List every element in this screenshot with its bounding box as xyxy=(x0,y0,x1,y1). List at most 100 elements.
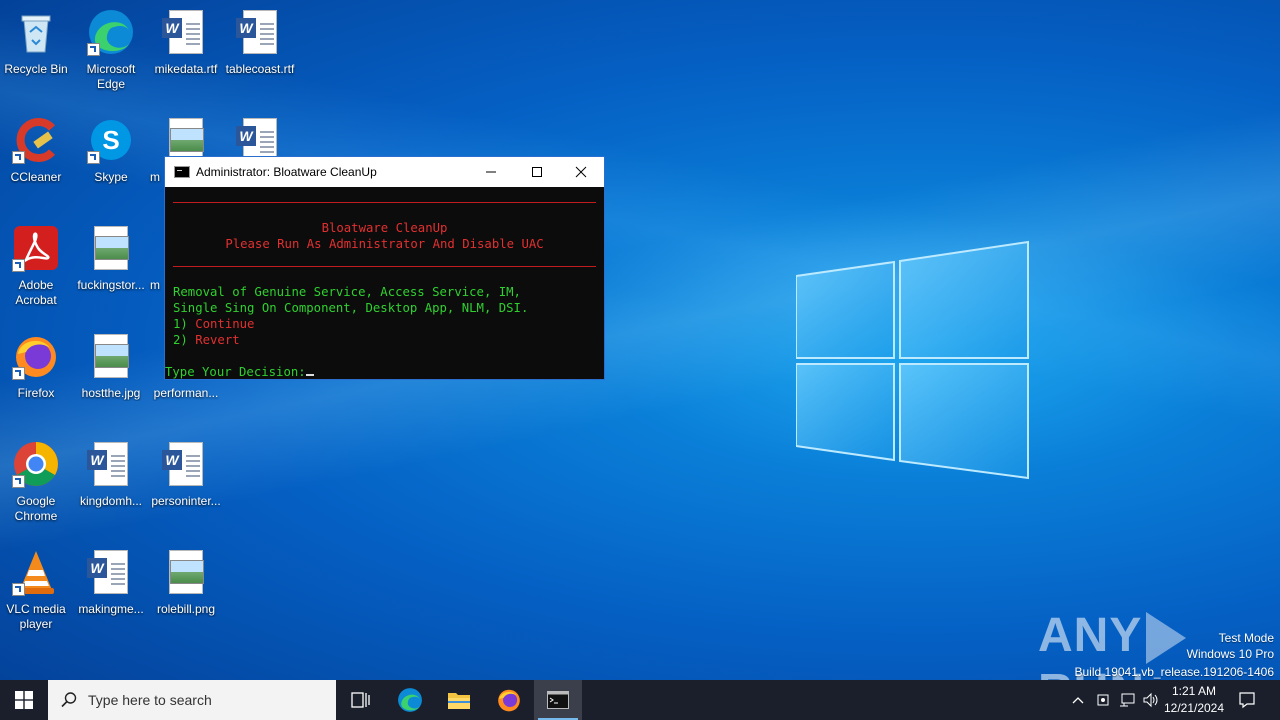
console-description-line: Removal of Genuine Service, Access Servi… xyxy=(173,285,521,299)
taskbar: Type here to search 1:21 AM 12/21/2024 xyxy=(0,680,1280,720)
close-button[interactable] xyxy=(558,157,604,187)
acrobat-icon xyxy=(12,224,60,272)
folder-icon xyxy=(448,693,470,709)
image-file-icon xyxy=(87,332,135,380)
desktop-icon-label: Skype xyxy=(94,170,128,184)
maximize-button[interactable] xyxy=(514,157,560,187)
svg-text:S: S xyxy=(102,125,119,155)
vlc-icon xyxy=(12,548,60,596)
desktop-icon-word-document[interactable]: W mikedata.rtf xyxy=(148,4,224,104)
edge-icon xyxy=(87,8,135,56)
option-text: Continue xyxy=(195,317,255,331)
taskbar-search-box[interactable]: Type here to search xyxy=(48,680,336,720)
option-number: 2) xyxy=(173,333,188,347)
taskbar-file-explorer-button[interactable] xyxy=(435,680,483,720)
maximize-icon xyxy=(532,167,542,177)
desktop-icon-label: personinter... xyxy=(151,494,221,508)
desktop-icon-label: Microsoft Edge xyxy=(86,62,136,91)
word-document-icon: W xyxy=(87,548,135,596)
notifications-button[interactable] xyxy=(1232,680,1262,720)
desktop-icon-label: Firefox xyxy=(17,386,55,400)
desktop-icon-label: Google Chrome xyxy=(14,494,58,523)
desktop-icon-label: rolebill.png xyxy=(156,602,216,616)
console-window[interactable]: Administrator: Bloatware CleanUp Bloatwa… xyxy=(164,156,605,380)
windows-wallpaper-logo xyxy=(796,240,1029,480)
start-button[interactable] xyxy=(0,680,48,720)
clock-time: 1:21 AM xyxy=(1171,684,1217,698)
close-icon xyxy=(575,166,587,178)
option-text: Revert xyxy=(195,333,240,347)
desktop-icon-google-chrome[interactable]: Google Chrome xyxy=(0,436,74,536)
firefox-icon xyxy=(498,689,520,712)
chevron-up-icon xyxy=(1072,697,1084,704)
desktop-icon-word-document[interactable]: W tablecoast.rtf xyxy=(222,4,298,104)
windows-start-icon xyxy=(15,691,33,709)
console-heading: Bloatware CleanUp xyxy=(321,221,448,235)
taskbar-edge-button[interactable] xyxy=(386,680,434,720)
option-number: 1) xyxy=(173,317,188,331)
console-option-revert: 2) Revert xyxy=(173,332,240,348)
desktop-icon-image-file[interactable]: rolebill.png xyxy=(148,544,224,644)
taskbar-clock[interactable]: 1:21 AM 12/21/2024 xyxy=(1158,680,1230,720)
word-document-icon: W xyxy=(162,440,210,488)
desktop-icon-label: performan... xyxy=(153,386,219,400)
clock-date: 12/21/2024 xyxy=(1163,701,1225,715)
desktop-icon-word-document[interactable]: W makingme... xyxy=(73,544,149,644)
console-description-line: Single Sing On Component, Desktop App, N… xyxy=(173,301,529,315)
desktop-icon-vlc[interactable]: VLC media player xyxy=(0,544,74,644)
console-divider xyxy=(173,202,596,203)
recycle-bin-icon xyxy=(12,8,60,56)
tray-network-button[interactable] xyxy=(1116,680,1138,720)
desktop-icon-label: Recycle Bin xyxy=(4,62,68,76)
network-icon xyxy=(1120,693,1135,707)
image-file-icon xyxy=(162,548,210,596)
show-hidden-icons-button[interactable] xyxy=(1068,680,1088,720)
desktop-icon-label: VLC media player xyxy=(6,602,66,631)
chrome-icon xyxy=(12,440,60,488)
skype-icon: S xyxy=(87,116,135,164)
desktop-icon-word-document[interactable]: W personinter... xyxy=(148,436,224,536)
desktop-icon-label: Adobe Acrobat xyxy=(15,278,57,307)
desktop-icon-microsoft-edge[interactable]: Microsoft Edge xyxy=(73,4,149,104)
play-icon xyxy=(1146,612,1187,665)
tray-device-button[interactable] xyxy=(1092,680,1114,720)
notification-icon xyxy=(1239,692,1255,709)
console-prompt-line[interactable]: Type Your Decision: xyxy=(165,364,314,380)
firefox-icon xyxy=(12,332,60,380)
desktop-icon-label: mikedata.rtf xyxy=(154,62,218,76)
desktop-icon-label: CCleaner xyxy=(10,170,62,184)
desktop-icon-label: fuckingstor... xyxy=(77,278,145,292)
desktop-icon-adobe-acrobat[interactable]: Adobe Acrobat xyxy=(0,220,74,320)
desktop-icon-firefox[interactable]: Firefox xyxy=(0,328,74,428)
console-app-icon xyxy=(174,166,190,178)
console-titlebar[interactable]: Administrator: Bloatware CleanUp xyxy=(165,157,604,187)
search-icon xyxy=(61,692,77,708)
taskbar-console-button[interactable] xyxy=(534,680,582,720)
task-view-icon xyxy=(351,692,370,708)
console-divider xyxy=(173,266,596,267)
desktop-icon-image-file[interactable]: hostthe.jpg xyxy=(73,328,149,428)
watermark-brand-left: ANY xyxy=(1038,609,1143,662)
minimize-icon xyxy=(486,171,496,173)
console-option-continue: 1) Continue xyxy=(173,316,254,332)
console-icon xyxy=(547,691,569,709)
usb-device-icon xyxy=(1097,694,1109,706)
desktop-icon-ccleaner[interactable]: CCleaner xyxy=(0,112,74,212)
desktop-icon-label: makingme... xyxy=(78,602,144,616)
taskbar-firefox-button[interactable] xyxy=(485,680,533,720)
minimize-button[interactable] xyxy=(468,157,514,187)
build-label: Build 19041.vb_release.191206-1406 xyxy=(1074,665,1275,679)
console-output[interactable]: Bloatware CleanUp Please Run As Administ… xyxy=(165,187,604,379)
word-document-icon: W xyxy=(87,440,135,488)
desktop-icon-word-document[interactable]: W kingdomh... xyxy=(73,436,149,536)
desktop-icon-skype[interactable]: S Skype xyxy=(73,112,149,212)
desktop-icon-label: kingdomh... xyxy=(79,494,143,508)
desktop-icon-image-file[interactable]: fuckingstor... xyxy=(73,220,149,320)
task-view-button[interactable] xyxy=(336,680,384,720)
test-mode-label: Test Mode xyxy=(1218,631,1274,645)
desktop-icon-recycle-bin[interactable]: Recycle Bin xyxy=(0,4,74,104)
ccleaner-icon xyxy=(12,116,60,164)
console-title: Administrator: Bloatware CleanUp xyxy=(196,165,377,179)
edge-icon xyxy=(398,688,422,712)
image-file-icon xyxy=(87,224,135,272)
